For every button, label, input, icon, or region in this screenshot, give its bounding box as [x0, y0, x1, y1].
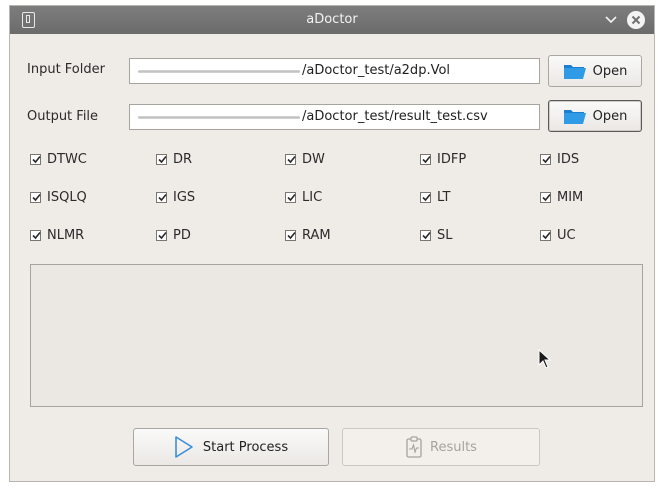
checkbox-dr[interactable]: DR: [156, 152, 192, 167]
checkmark-icon: [542, 193, 551, 202]
input-folder-field[interactable]: /aDoctor_test/a2dp.Vol: [129, 58, 540, 84]
checkbox-nlmr[interactable]: NLMR: [30, 228, 84, 243]
checkbox-box[interactable]: [156, 154, 167, 165]
checkmark-icon: [422, 231, 431, 240]
checkbox-box[interactable]: [285, 230, 296, 241]
checkbox-label: LIC: [302, 190, 323, 205]
checkmark-icon: [542, 155, 551, 164]
checkbox-box[interactable]: [156, 230, 167, 241]
redacted-path-prefix: [138, 70, 300, 73]
checkbox-isqlq[interactable]: ISQLQ: [30, 190, 87, 205]
checkbox-mim[interactable]: MIM: [540, 190, 583, 205]
adoctor-window: aDoctor Input Folder /aDoctor_test/a2dp.…: [9, 5, 655, 482]
clipboard-chart-icon: [406, 436, 422, 458]
checkbox-label: MIM: [557, 190, 584, 205]
checkbox-label: RAM: [302, 228, 331, 243]
checkbox-box[interactable]: [30, 154, 41, 165]
start-process-label: Start Process: [202, 439, 289, 455]
checkbox-label: UC: [557, 228, 576, 243]
checkbox-label: DW: [302, 152, 325, 167]
checkmark-icon: [32, 155, 41, 164]
output-file-path: /aDoctor_test/result_test.csv: [302, 109, 488, 124]
checkbox-box[interactable]: [30, 192, 41, 203]
checkbox-label: IGS: [173, 190, 196, 205]
checkbox-uc[interactable]: UC: [540, 228, 576, 243]
checkbox-box[interactable]: [420, 192, 431, 203]
checkbox-box[interactable]: [285, 192, 296, 203]
output-file-open-button[interactable]: Open: [548, 100, 642, 132]
checkbox-dtwc[interactable]: DTWC: [30, 152, 87, 167]
results-button[interactable]: Results: [342, 428, 540, 466]
checkbox-dw[interactable]: DW: [285, 152, 325, 167]
checkbox-box[interactable]: [540, 192, 551, 203]
checkbox-label: SL: [437, 228, 453, 243]
title-bar[interactable]: aDoctor: [10, 6, 654, 34]
checkbox-lic[interactable]: LIC: [285, 190, 322, 205]
folder-icon: [563, 110, 586, 124]
checkmark-icon: [287, 193, 296, 202]
checkbox-ids[interactable]: IDS: [540, 152, 579, 167]
checkbox-box[interactable]: [285, 154, 296, 165]
checkmark-icon: [32, 231, 41, 240]
folder-icon: [563, 65, 586, 79]
checkbox-label: LT: [437, 190, 451, 205]
checkmark-icon: [32, 193, 41, 202]
log-output-area[interactable]: [30, 264, 643, 407]
output-file-label: Output File: [27, 109, 99, 124]
checkmark-icon: [287, 155, 296, 164]
play-icon: [175, 436, 193, 458]
minimize-chevron-icon[interactable]: [604, 13, 618, 27]
checkbox-label: ISQLQ: [47, 190, 87, 205]
input-folder-path: /aDoctor_test/a2dp.Vol: [302, 63, 451, 78]
checkmark-icon: [422, 155, 431, 164]
checkbox-box[interactable]: [156, 192, 167, 203]
checkmark-icon: [287, 231, 296, 240]
checkbox-igs[interactable]: IGS: [156, 190, 195, 205]
checkbox-ram[interactable]: RAM: [285, 228, 331, 243]
checkmark-icon: [542, 231, 551, 240]
checkmark-icon: [158, 155, 167, 164]
checkbox-pd[interactable]: PD: [156, 228, 191, 243]
checkbox-idfp[interactable]: IDFP: [420, 152, 466, 167]
start-process-button[interactable]: Start Process: [133, 428, 329, 466]
checkbox-box[interactable]: [420, 230, 431, 241]
checkmark-icon: [422, 193, 431, 202]
checkbox-box[interactable]: [30, 230, 41, 241]
redacted-path-prefix: [138, 116, 300, 119]
output-file-open-label: Open: [592, 108, 628, 124]
input-folder-open-button[interactable]: Open: [548, 55, 642, 87]
checkbox-label: PD: [173, 228, 191, 243]
checkbox-label: IDS: [557, 152, 580, 167]
checkbox-label: IDFP: [437, 152, 467, 167]
checkbox-box[interactable]: [420, 154, 431, 165]
checkmark-icon: [158, 193, 167, 202]
checkbox-label: DR: [173, 152, 193, 167]
window-title: aDoctor: [306, 12, 358, 27]
results-label: Results: [430, 439, 477, 455]
mouse-cursor-icon: [538, 349, 552, 369]
checkbox-box[interactable]: [540, 230, 551, 241]
checkbox-box[interactable]: [540, 154, 551, 165]
checkbox-label: NLMR: [47, 228, 85, 243]
output-file-field[interactable]: /aDoctor_test/result_test.csv: [129, 104, 540, 130]
checkbox-sl[interactable]: SL: [420, 228, 453, 243]
checkbox-lt[interactable]: LT: [420, 190, 450, 205]
checkmark-icon: [158, 231, 167, 240]
checkbox-label: DTWC: [47, 152, 87, 167]
close-icon[interactable]: [627, 11, 645, 29]
input-folder-label: Input Folder: [27, 62, 105, 77]
input-folder-open-label: Open: [592, 63, 628, 79]
